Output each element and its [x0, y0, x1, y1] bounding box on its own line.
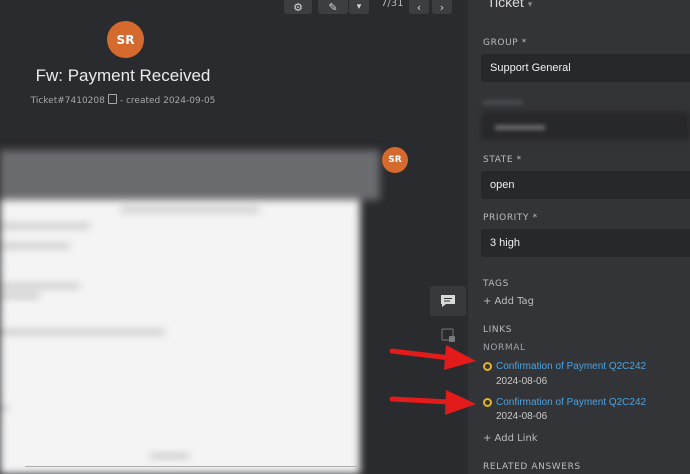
- links-category: NORMAL: [483, 343, 526, 353]
- previous-ticket-button[interactable]: ‹: [409, 0, 429, 14]
- ticket-meta: Ticket#7410208 - created 2024-09-05: [0, 94, 246, 106]
- sidebar-title: Ticket ▾: [487, 0, 533, 10]
- chevron-down-icon: ▾: [527, 0, 533, 9]
- chevron-right-icon: ›: [439, 0, 445, 14]
- ticket-number: Ticket#7410208: [30, 96, 105, 106]
- add-link-button[interactable]: + Add Link: [483, 433, 538, 444]
- edit-button[interactable]: ✎: [318, 0, 348, 14]
- state-select[interactable]: open: [481, 171, 690, 199]
- linked-ticket-link[interactable]: Confirmation of Payment Q2C242: [496, 361, 646, 372]
- ticket-created: - created 2024-09-05: [119, 96, 216, 106]
- tags-label: TAGS: [483, 279, 509, 289]
- ticket-title[interactable]: Fw: Payment Received: [0, 66, 246, 86]
- state-open-icon: [483, 362, 492, 371]
- ticket-sidebar-tab[interactable]: [430, 286, 466, 316]
- red-arrow-icon: [389, 390, 476, 415]
- article-sender-avatar[interactable]: SR: [382, 147, 408, 173]
- ticket-counter: 7/31: [381, 0, 404, 9]
- chat-bubble-icon: [441, 295, 455, 307]
- links-label: LINKS: [483, 325, 513, 335]
- related-answers-label: RELATED ANSWERS: [483, 462, 581, 472]
- article-body-blurred: [0, 150, 380, 474]
- linked-ticket-link[interactable]: Confirmation of Payment Q2C242: [496, 397, 646, 408]
- chevron-left-icon: ‹: [416, 0, 422, 14]
- settings-button[interactable]: ⚙: [284, 0, 312, 14]
- group-select[interactable]: Support General: [481, 54, 690, 82]
- linked-ticket-date: 2024-08-06: [496, 376, 548, 387]
- group-label: GROUP *: [483, 38, 527, 48]
- annotation-arrows: [389, 345, 476, 415]
- state-open-icon: [483, 398, 492, 407]
- linked-ticket-date: 2024-08-06: [496, 411, 548, 422]
- red-arrow-icon: [389, 345, 476, 370]
- pen-icon: ✎: [328, 0, 338, 14]
- customer-avatar[interactable]: SR: [107, 21, 144, 58]
- next-ticket-button[interactable]: ›: [432, 0, 452, 14]
- priority-select[interactable]: 3 high: [481, 229, 690, 257]
- priority-label: PRIORITY *: [483, 213, 538, 223]
- state-label: STATE *: [483, 155, 522, 165]
- edit-dropdown-button[interactable]: ▾: [349, 0, 369, 14]
- copy-icon[interactable]: [107, 94, 117, 104]
- chevron-down-icon: ▾: [356, 2, 362, 12]
- add-tag-button[interactable]: + Add Tag: [483, 296, 534, 307]
- gear-icon: ⚙: [293, 0, 303, 14]
